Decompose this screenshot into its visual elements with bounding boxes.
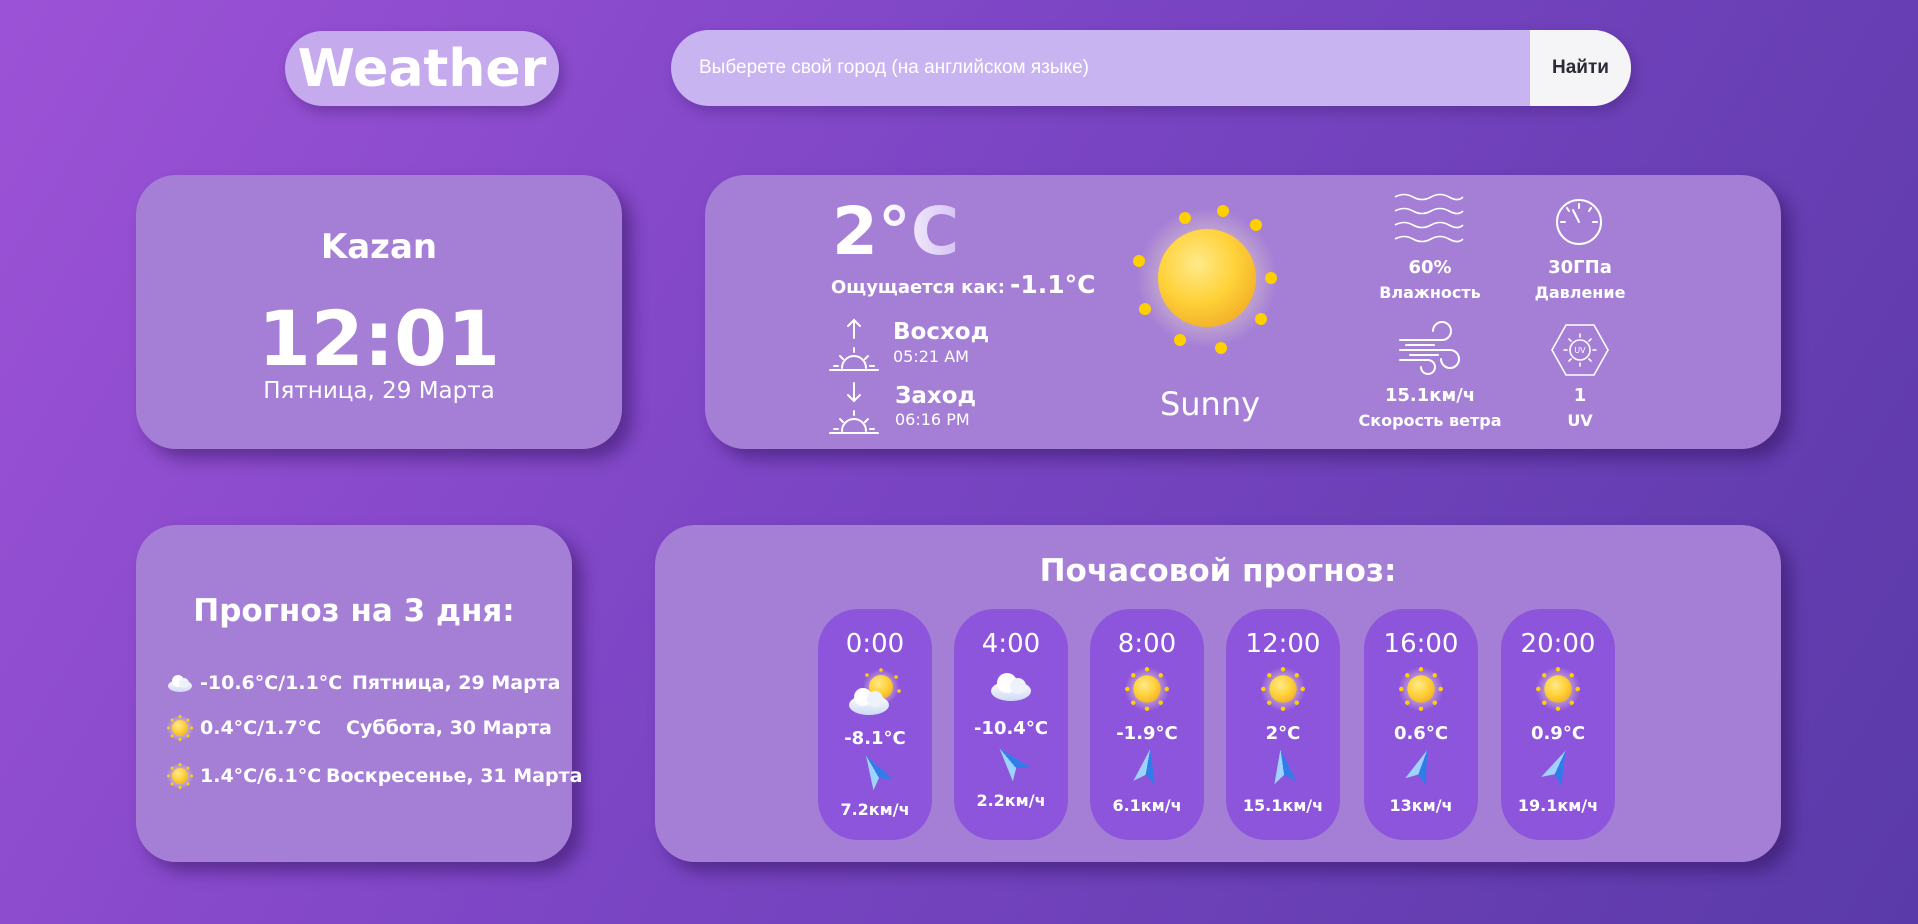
sun-icon	[167, 715, 193, 741]
city-name: Kazan	[320, 227, 438, 267]
partly-cloudy-icon	[849, 668, 901, 715]
sunset-time: 06:16 PM	[895, 410, 970, 429]
hour-temp: -1.9°C	[1116, 723, 1178, 744]
wind-direction-icon	[1274, 749, 1297, 785]
cloud-icon	[168, 675, 192, 692]
sun-icon	[1133, 205, 1277, 354]
forecast-day-row: 0.4°C/1.7°C Суббота, 30 Марта	[166, 713, 552, 743]
hourly-forecast-title: Почасовой прогноз:	[1039, 553, 1397, 589]
city-card: Kazan 12:01 Пятница, 29 Марта	[136, 175, 622, 449]
hour-wind: 13км/ч	[1389, 796, 1453, 815]
hour-temp: -8.1°C	[844, 728, 906, 749]
sunset-icon	[829, 382, 879, 434]
sunrise-icon	[829, 318, 879, 371]
city-date: Пятница, 29 Марта	[263, 378, 495, 404]
wind-speed-label: Скорость ветра	[1358, 411, 1502, 430]
hour-time: 20:00	[1520, 629, 1596, 659]
wind-speed-value: 15.1км/ч	[1384, 385, 1476, 406]
uv-value: 1	[1573, 385, 1587, 406]
sun-icon	[1535, 666, 1581, 712]
forecast-temps: 1.4°C/6.1°C	[200, 765, 322, 787]
hour-temp: 2°C	[1265, 723, 1301, 744]
hour-time: 8:00	[1117, 629, 1177, 659]
weather-condition: Sunny	[1159, 385, 1261, 423]
hour-temp: -10.4°C	[973, 718, 1049, 739]
wind-direction-icon	[1133, 749, 1156, 785]
sunrise-label: Восход	[893, 319, 990, 345]
forecast-date: Пятница, 29 Марта	[352, 672, 561, 694]
pressure-value: 30ГПа	[1548, 257, 1612, 278]
pressure-icon	[1556, 199, 1602, 245]
hour-card: 4:00 -10.4°C 2.2км/ч	[954, 609, 1068, 840]
pressure-label: Давление	[1534, 283, 1626, 302]
humidity-icon	[1394, 193, 1464, 243]
hour-card: 12:00 2°C 15.1км/ч	[1226, 609, 1340, 840]
forecast-day-row: 1.4°C/6.1°C Воскресенье, 31 Марта	[166, 761, 582, 791]
humidity-value: 60%	[1408, 257, 1452, 278]
uv-icon: UV	[1551, 324, 1609, 376]
sun-icon	[1398, 666, 1444, 712]
forecast-date: Суббота, 30 Марта	[346, 717, 552, 739]
wind-direction-icon	[999, 748, 1030, 782]
hour-time: 12:00	[1245, 629, 1321, 659]
svg-text:UV: UV	[1574, 346, 1586, 355]
hour-wind: 15.1км/ч	[1242, 796, 1324, 815]
humidity-label: Влажность	[1379, 283, 1481, 302]
sunset-label: Заход	[895, 383, 977, 409]
feels-like-value: -1.1°C	[1010, 270, 1096, 299]
feels-like-label: Ощущается как:	[831, 277, 1005, 298]
city-search-input[interactable]	[671, 30, 1530, 106]
forecast-date: Воскресенье, 31 Марта	[326, 765, 583, 787]
sun-icon	[1124, 666, 1170, 712]
search-button[interactable]: Найти	[1530, 30, 1631, 106]
wind-direction-icon	[1405, 750, 1428, 786]
hour-wind: 7.2км/ч	[840, 800, 910, 819]
wind-direction-icon	[866, 755, 893, 791]
hour-card: 8:00 -1.9°C 6.1км/ч	[1090, 609, 1204, 840]
forecast-temps: 0.4°C/1.7°C	[200, 717, 322, 739]
sunrise-time: 05:21 AM	[893, 347, 969, 366]
current-temp: 2°C	[832, 193, 960, 270]
hour-wind: 19.1км/ч	[1517, 796, 1599, 815]
cloud-icon	[991, 673, 1031, 701]
current-weather-card: 2°C Ощущается как: -1.1°C Восход 05:21 A…	[705, 175, 1781, 449]
hour-temp: 0.9°C	[1530, 723, 1586, 744]
feels-like: Ощущается как: -1.1°C	[831, 270, 1096, 299]
hour-time: 16:00	[1383, 629, 1459, 659]
hour-card: 0:00 -8.1°C 7.2км/ч	[818, 609, 932, 840]
hour-card: 16:00 0.6°C 13км/ч	[1364, 609, 1478, 840]
forecast-temps: -10.6°C/1.1°C	[200, 672, 343, 694]
search-bar: Найти	[671, 30, 1631, 106]
forecast-3day-title: Прогноз на 3 дня:	[193, 593, 515, 629]
forecast-day-row: -10.6°C/1.1°C Пятница, 29 Марта	[166, 668, 561, 698]
app-logo: Weather	[285, 31, 559, 106]
hour-time: 0:00	[845, 629, 905, 659]
hour-card: 20:00 0.9°C 19.1км/ч	[1501, 609, 1615, 840]
sun-icon	[1260, 666, 1306, 712]
city-time: 12:01	[258, 294, 500, 383]
uv-label: UV	[1567, 411, 1593, 430]
hour-temp: 0.6°C	[1393, 723, 1449, 744]
sun-icon	[167, 763, 193, 789]
hour-time: 4:00	[981, 629, 1041, 659]
hour-wind: 2.2км/ч	[976, 791, 1046, 810]
hour-wind: 6.1км/ч	[1112, 796, 1182, 815]
wind-direction-icon	[1541, 750, 1566, 787]
wind-icon	[1399, 321, 1460, 375]
